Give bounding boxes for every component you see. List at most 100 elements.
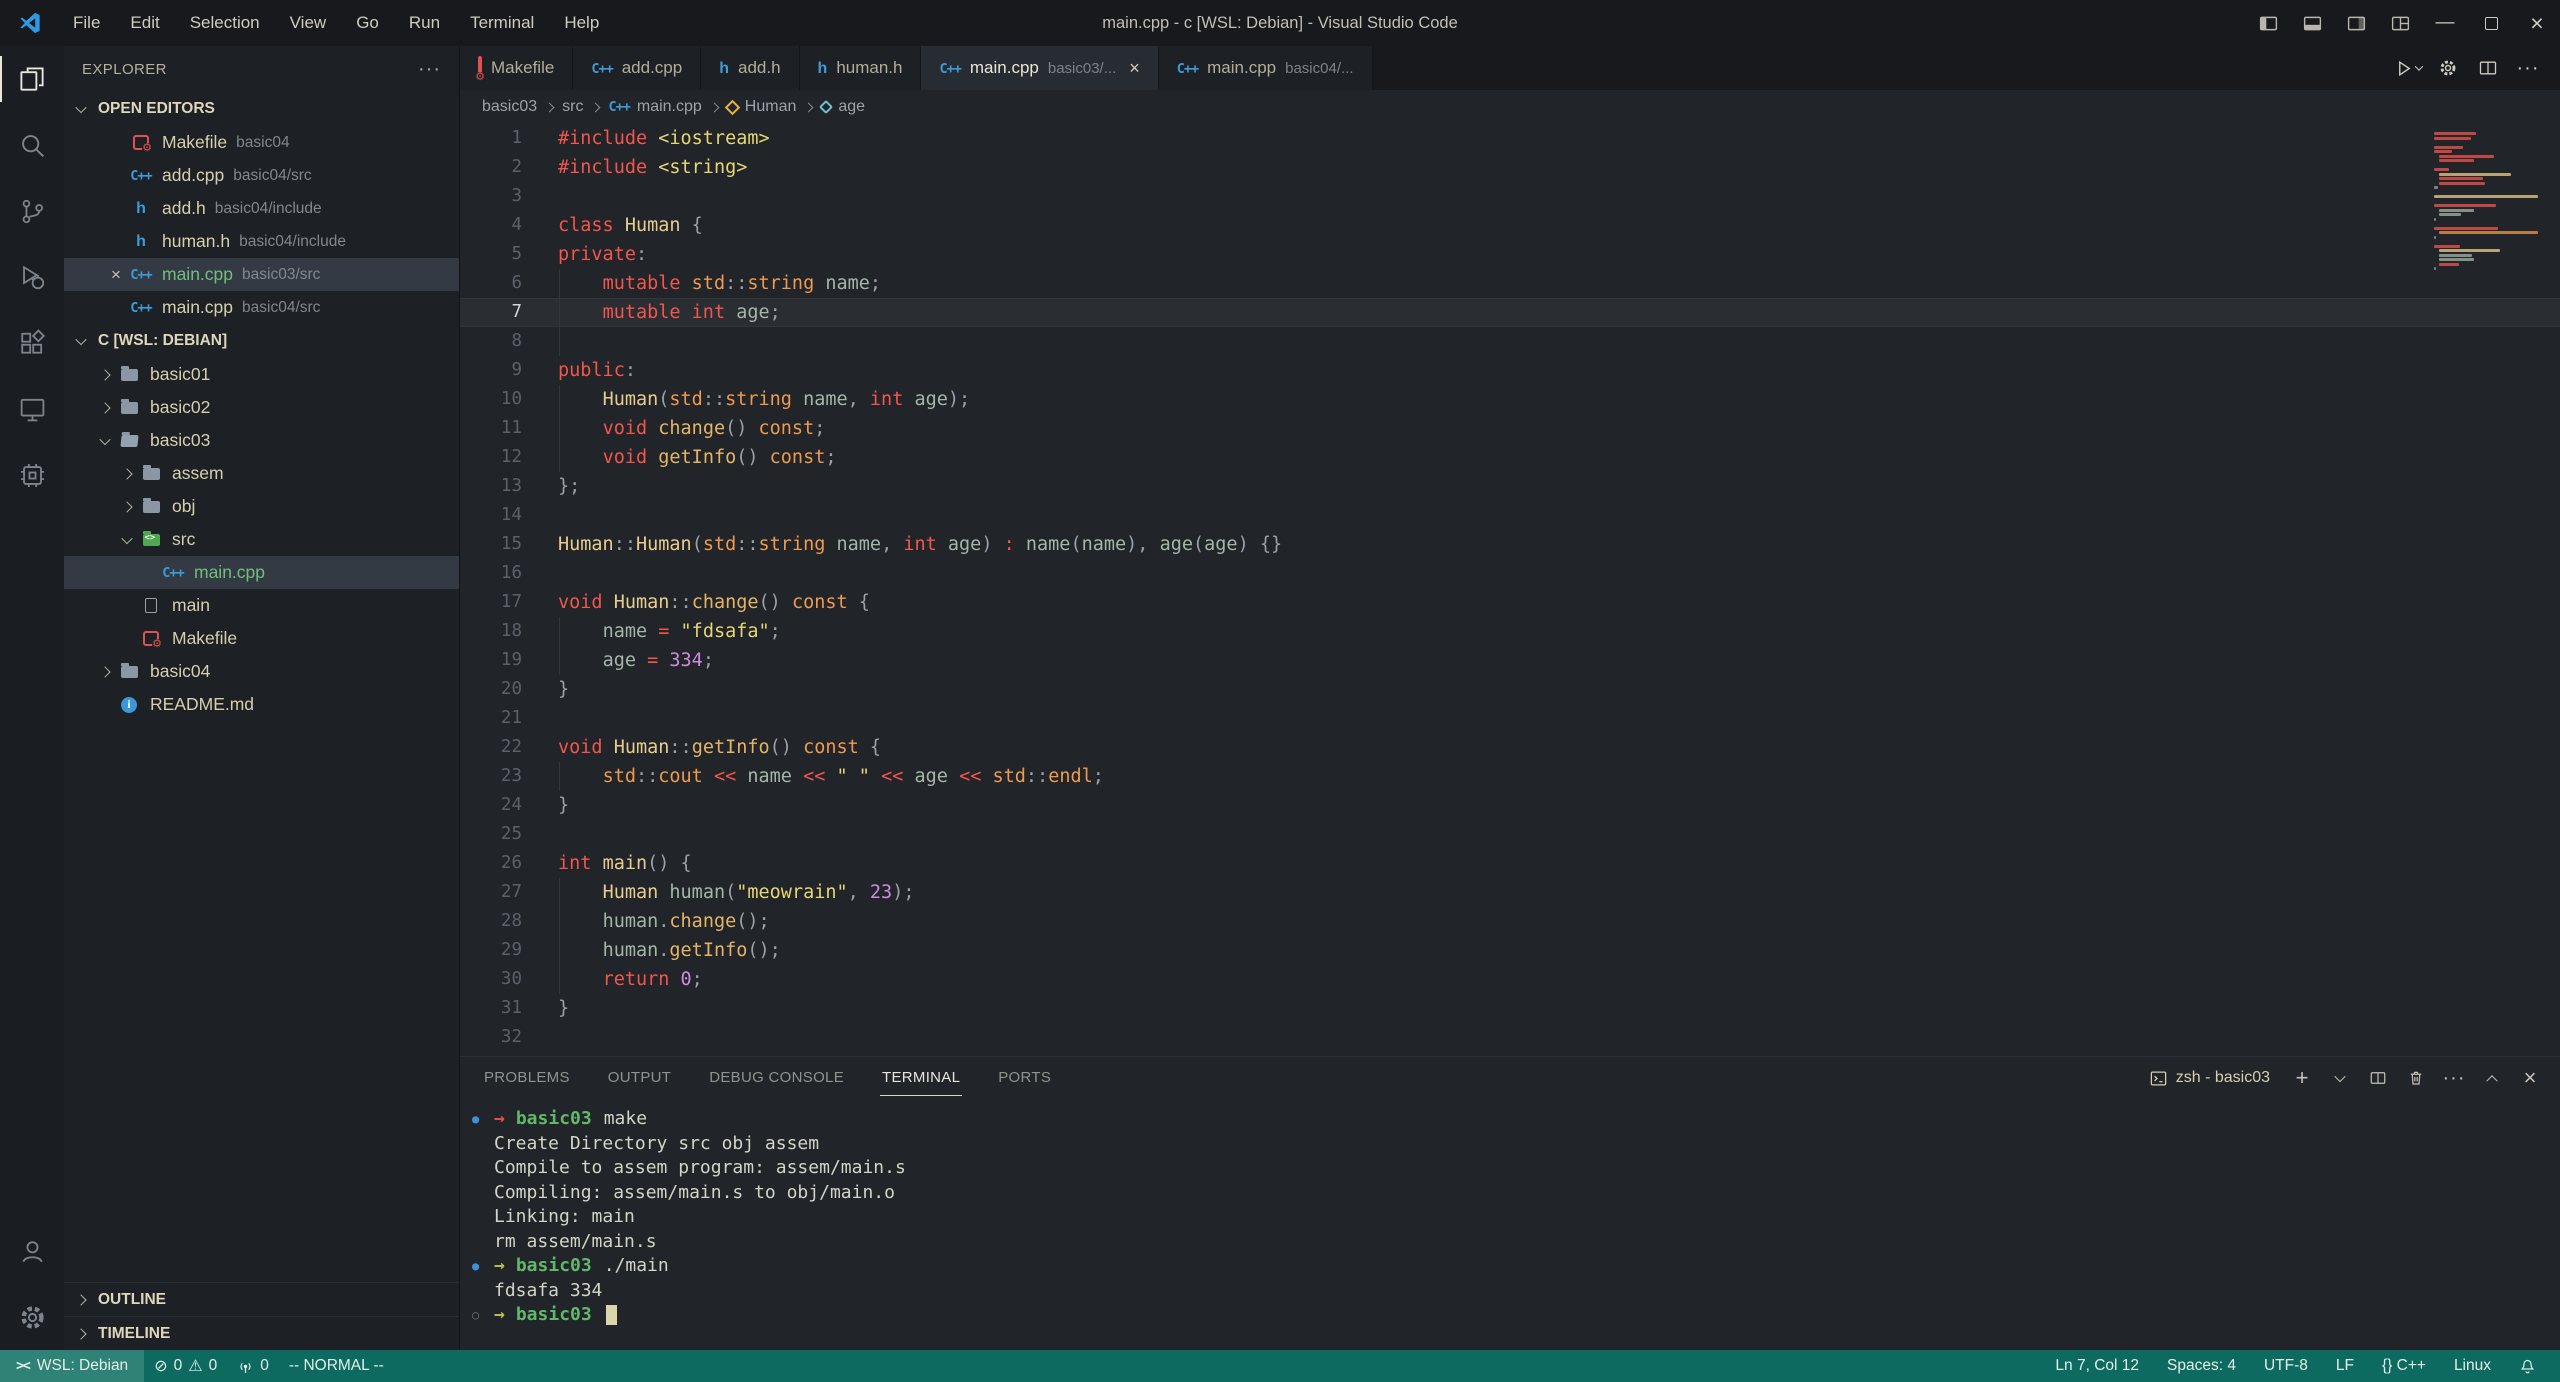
workspace-header[interactable]: C [WSL: DEBIAN] [64, 324, 459, 358]
indentation[interactable]: Spaces: 4 [2157, 1357, 2246, 1375]
panel-tab-ports[interactable]: PORTS [996, 1060, 1053, 1096]
close-tab-icon[interactable]: × [1129, 58, 1140, 79]
cpp-icon: C++ [130, 168, 151, 184]
open-editor-item[interactable]: hadd.hbasic04/include [64, 192, 459, 225]
code-line-11: 11 void change() const; [460, 414, 2560, 443]
open-editors-header[interactable]: OPEN EDITORS [64, 92, 459, 126]
code-text: name = "fdsafa"; [522, 617, 781, 646]
tree-item-main[interactable]: main [64, 589, 459, 622]
split-editor-icon[interactable] [2470, 50, 2506, 86]
tree-item-makefile[interactable]: Makefile [64, 622, 459, 655]
vim-mode-indicator[interactable]: -- NORMAL -- [279, 1357, 394, 1375]
toggle-secondary-sidebar-icon[interactable] [2334, 0, 2378, 46]
cursor-position[interactable]: Ln 7, Col 12 [2045, 1357, 2149, 1375]
minimap[interactable] [2434, 132, 2546, 276]
extensions-icon[interactable] [0, 310, 64, 376]
open-editor-item[interactable]: Makefilebasic04 [64, 126, 459, 159]
tree-item-basic01[interactable]: basic01 [64, 358, 459, 391]
close-panel-icon[interactable]: × [2514, 1062, 2546, 1094]
search-icon[interactable] [0, 112, 64, 178]
code-editor[interactable]: 1#include <iostream>2#include <string>34… [460, 124, 2560, 1056]
open-editor-item[interactable]: C++add.cppbasic04/src [64, 159, 459, 192]
panel-tab-debug-console[interactable]: DEBUG CONSOLE [707, 1060, 846, 1096]
menu-help[interactable]: Help [551, 8, 612, 38]
terminal-output[interactable]: ●→basic03makeCreate Directory src obj as… [460, 1099, 2560, 1350]
remote-targets-icon[interactable] [0, 442, 64, 508]
new-terminal-icon[interactable]: + [2286, 1062, 2318, 1094]
panel-tab-problems[interactable]: PROBLEMS [482, 1060, 572, 1096]
split-terminal-icon[interactable] [2362, 1062, 2394, 1094]
run-debug-icon[interactable] [0, 244, 64, 310]
breadcrumb-item-human[interactable]: Human [727, 98, 797, 116]
breadcrumb-item-src[interactable]: src [562, 98, 583, 116]
tree-item-assem[interactable]: assem [64, 457, 459, 490]
panel-tab-terminal[interactable]: TERMINAL [880, 1060, 962, 1096]
kill-terminal-icon[interactable] [2400, 1062, 2432, 1094]
toggle-sidebar-icon[interactable] [2246, 0, 2290, 46]
breadcrumb-item-basic03[interactable]: basic03 [482, 98, 537, 116]
menu-run[interactable]: Run [396, 8, 453, 38]
code-text: private: [522, 240, 647, 269]
menu-file[interactable]: File [60, 8, 113, 38]
menu-terminal[interactable]: Terminal [457, 8, 547, 38]
maximize-panel-icon[interactable] [2476, 1062, 2508, 1094]
panel-tab-output[interactable]: OUTPUT [606, 1060, 673, 1096]
tab-main-cpp[interactable]: C++main.cppbasic03/...× [921, 46, 1158, 90]
os-indicator[interactable]: Linux [2444, 1357, 2501, 1375]
command-pending-dot-icon: ○ [472, 1303, 485, 1328]
symbol-class-icon [725, 99, 741, 115]
notifications-bell-icon[interactable] [2509, 1358, 2546, 1375]
tab-add-h[interactable]: hadd.h [701, 46, 799, 90]
indent-guide [559, 907, 560, 936]
close-window-button[interactable]: × [2514, 0, 2560, 46]
customize-layout-icon[interactable] [2378, 0, 2422, 46]
timeline-header[interactable]: TIMELINE [64, 1316, 459, 1350]
open-editor-item[interactable]: ×C++main.cppbasic03/src [64, 258, 459, 291]
tab-human-h[interactable]: hhuman.h [800, 46, 922, 90]
menu-view[interactable]: View [277, 8, 340, 38]
remote-explorer-icon[interactable] [0, 376, 64, 442]
settings-gear-icon[interactable] [2430, 50, 2466, 86]
panel-more-actions-icon[interactable]: ··· [2438, 1062, 2470, 1094]
open-editor-item[interactable]: hhuman.hbasic04/include [64, 225, 459, 258]
encoding[interactable]: UTF-8 [2254, 1357, 2318, 1375]
toggle-panel-icon[interactable] [2290, 0, 2334, 46]
editor-more-actions-icon[interactable]: ··· [2510, 50, 2546, 86]
settings-icon[interactable] [0, 1284, 64, 1350]
menu-selection[interactable]: Selection [177, 8, 273, 38]
source-control-icon[interactable] [0, 178, 64, 244]
account-icon[interactable] [0, 1218, 64, 1284]
terminal-line: rm assem/main.s [472, 1230, 2560, 1255]
terminal-dropdown-icon[interactable] [2324, 1062, 2356, 1094]
tree-item-src[interactable]: src [64, 523, 459, 556]
maximize-button[interactable] [2468, 0, 2514, 46]
problems-status[interactable]: ⊘ 0 ⚠ 0 [144, 1356, 227, 1376]
remote-indicator[interactable]: >< WSL: Debian [0, 1350, 144, 1382]
tree-item-main-cpp[interactable]: C++main.cpp [64, 556, 459, 589]
tree-item-obj[interactable]: obj [64, 490, 459, 523]
open-editor-item[interactable]: C++main.cppbasic04/src [64, 291, 459, 324]
explorer-more-actions-icon[interactable]: ··· [418, 58, 441, 81]
outline-header[interactable]: OUTLINE [64, 1282, 459, 1316]
minimize-button[interactable]: — [2422, 0, 2468, 46]
tab-add-cpp[interactable]: C++add.cpp [573, 46, 701, 90]
tab-Makefile[interactable]: Makefile [460, 46, 573, 90]
tree-item-basic02[interactable]: basic02 [64, 391, 459, 424]
folder-icon [143, 468, 160, 480]
tree-item-basic03[interactable]: basic03 [64, 424, 459, 457]
breadcrumb-item-main.cpp[interactable]: C++main.cpp [608, 98, 701, 116]
explorer-icon[interactable] [0, 46, 64, 112]
eol[interactable]: LF [2326, 1357, 2364, 1375]
tab-main-cpp[interactable]: C++main.cppbasic04/... [1159, 46, 1373, 90]
run-file-button[interactable] [2390, 50, 2426, 86]
close-editor-icon[interactable]: × [104, 265, 128, 285]
terminal-line: ○→basic03 [472, 1303, 2560, 1328]
ports-status[interactable]: 0 [227, 1357, 279, 1375]
menu-go[interactable]: Go [343, 8, 392, 38]
tree-item-readme-md[interactable]: iREADME.md [64, 688, 459, 721]
tree-item-basic04[interactable]: basic04 [64, 655, 459, 688]
language-mode[interactable]: {} C++ [2372, 1357, 2436, 1375]
terminal-session-label[interactable]: zsh - basic03 [2149, 1069, 2270, 1088]
menu-edit[interactable]: Edit [117, 8, 172, 38]
breadcrumb-item-age[interactable]: age [821, 98, 865, 116]
